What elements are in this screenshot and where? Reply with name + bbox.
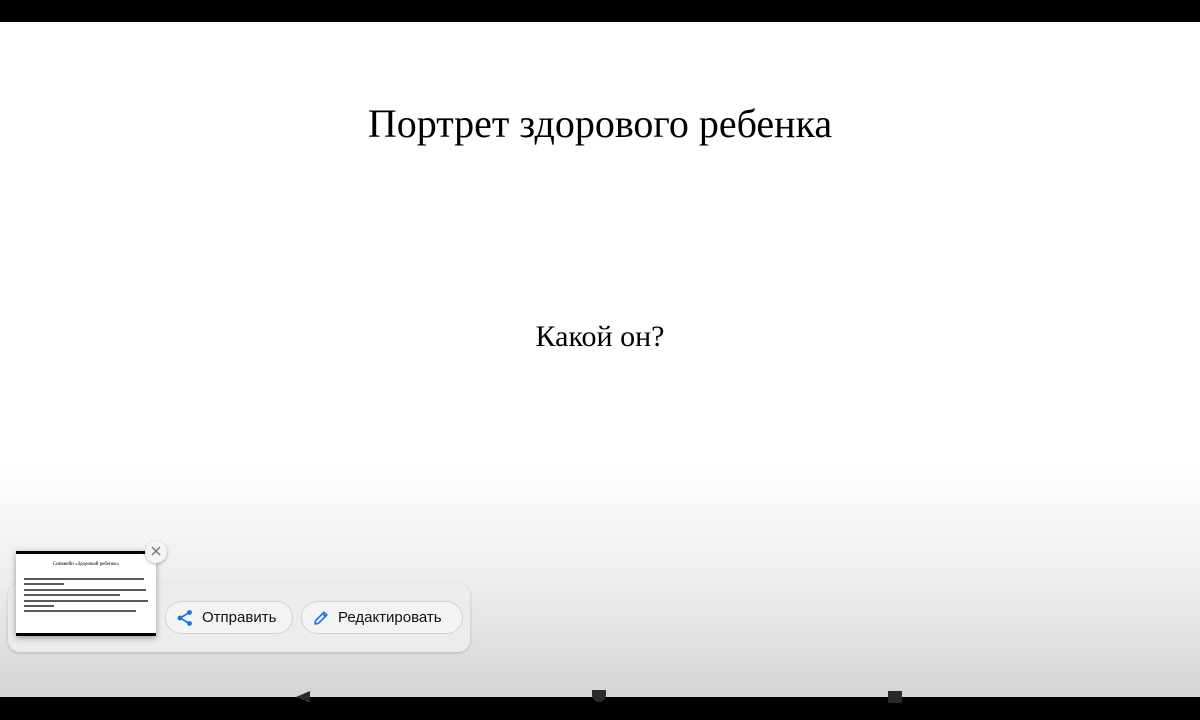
close-icon	[151, 543, 161, 561]
thumbnail-text-line	[24, 594, 120, 596]
status-bar	[0, 0, 1200, 22]
pencil-icon	[312, 609, 330, 627]
thumbnail-text-line	[24, 578, 144, 580]
slide-title: Портрет здорового ребенка	[367, 101, 833, 146]
share-button-label: Отправить	[202, 609, 277, 626]
screenshot-thumbnail[interactable]: Синквейн «Здоровый ребенок»	[16, 551, 156, 636]
thumbnail-text-line	[24, 610, 136, 612]
thumbnail-text-line	[24, 589, 146, 591]
thumbnail-text-line	[24, 600, 148, 602]
thumbnail-text-line	[24, 583, 64, 585]
thumbnail-title: Синквейн «Здоровый ребенок»	[52, 562, 120, 567]
thumbnail-text-line	[24, 605, 54, 607]
edit-button[interactable]: Редактировать	[301, 601, 463, 634]
share-icon	[176, 609, 194, 627]
share-button[interactable]: Отправить	[165, 601, 293, 634]
close-thumbnail-button[interactable]	[145, 541, 167, 563]
recents-square-icon[interactable]	[888, 691, 902, 703]
slide-subtitle: Какой он?	[535, 320, 665, 353]
edit-button-label: Редактировать	[338, 609, 442, 626]
